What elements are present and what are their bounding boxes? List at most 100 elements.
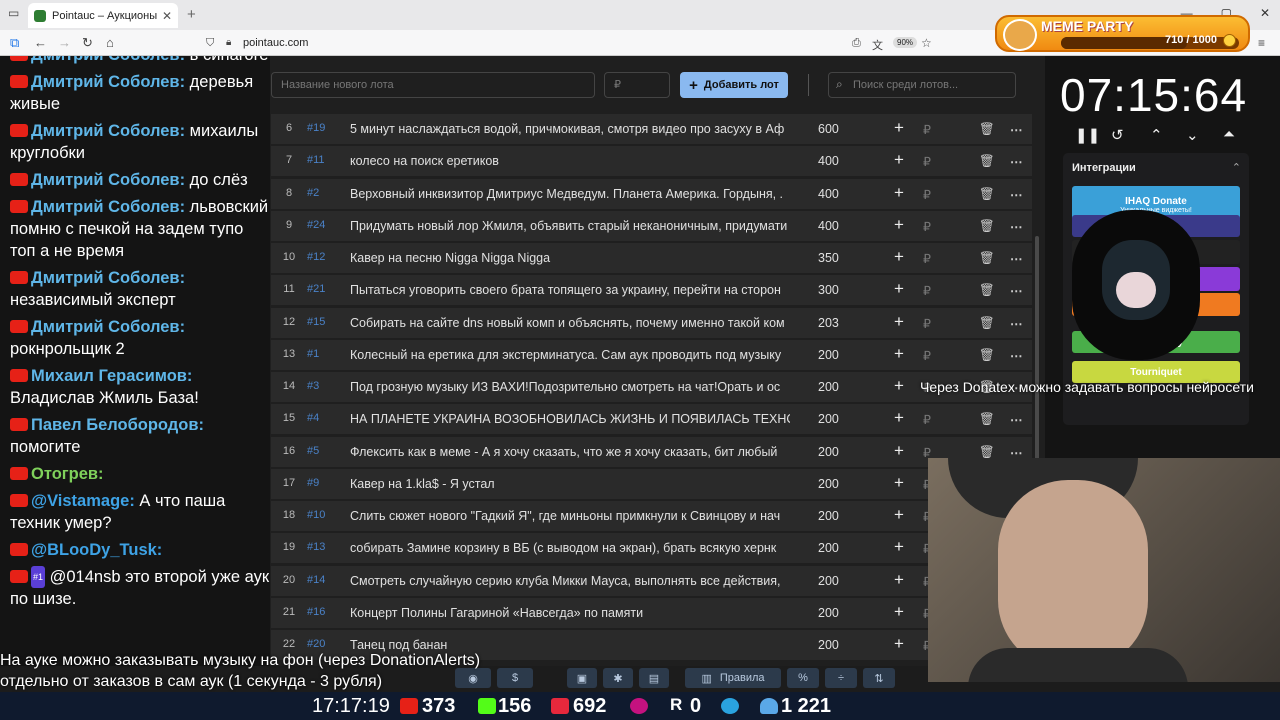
lot-title[interactable]: 5 минут наслаждаться водой, причмокивая,…	[350, 122, 790, 136]
bookmark-star-icon[interactable]: ☆	[921, 36, 932, 50]
add-amount-icon[interactable]: +	[894, 215, 904, 235]
rules-button[interactable]: ▥ Правила	[685, 668, 781, 688]
add-amount-icon[interactable]: +	[894, 247, 904, 267]
delete-icon[interactable]: 🗑︎	[979, 122, 995, 137]
chevron-down-icon[interactable]: ⌄	[1186, 126, 1199, 144]
chat-author[interactable]: Дмитрий Соболев:	[31, 269, 185, 287]
save-icon[interactable]: ▣	[567, 668, 597, 688]
delete-icon[interactable]: 🗑︎	[979, 187, 995, 202]
collapse-icon[interactable]: ⌃	[1232, 161, 1241, 174]
lot-row[interactable]: 18 #10 Слить сюжет нового "Гадкий Я", где …	[271, 501, 1032, 531]
lot-amount-input[interactable]	[604, 72, 670, 98]
home-icon[interactable]: ⌂	[106, 35, 114, 50]
reset-icon[interactable]: ↺	[1111, 126, 1124, 144]
new-lot-input[interactable]	[271, 72, 595, 98]
more-icon[interactable]: ⋯	[1010, 122, 1023, 137]
chat-author[interactable]: Павел Белобородов:	[31, 416, 204, 434]
lot-row[interactable]: 17#9Кавер на 1.kla$ - Я устал200+₽🗑︎⋯	[271, 468, 1032, 499]
add-amount-icon[interactable]: +	[894, 441, 904, 461]
delete-icon[interactable]: 🗑︎	[979, 283, 995, 298]
sidebar-icon[interactable]: ⧉	[10, 35, 19, 51]
delete-icon[interactable]: 🗑︎	[979, 316, 995, 331]
lot-row[interactable]: 8 #2 Верховный инквизитор Дмитриус Медведу…	[271, 178, 1032, 209]
reload-icon[interactable]: ↻	[82, 35, 93, 51]
lot-row[interactable]: 21 #16 Концерт Полины Гагариной «Навсегда»…	[271, 597, 1032, 628]
lot-title[interactable]: Слить сюжет нового "Гадкий Я", где миньо…	[350, 509, 790, 523]
chat-author[interactable]: Дмитрий Соболев:	[31, 318, 185, 336]
lot-title[interactable]: Концерт Полины Гагариной «Навсегда» по п…	[350, 606, 790, 620]
more-icon[interactable]: ⋯	[1010, 187, 1023, 202]
add-amount-icon[interactable]: +	[894, 312, 904, 332]
lot-title[interactable]: Колесный на еретика для экстерминатуса. …	[350, 348, 790, 362]
chat-author[interactable]: Дмитрий Соболев:	[31, 56, 185, 64]
forward-icon[interactable]: →	[58, 35, 71, 50]
add-amount-icon[interactable]: +	[894, 505, 904, 525]
add-amount-icon[interactable]: +	[894, 279, 904, 299]
sort-icon[interactable]: ⇅	[863, 668, 895, 688]
lot-title[interactable]: Танец под банан	[350, 638, 790, 652]
delete-icon[interactable]: 🗑︎	[979, 412, 995, 427]
ruble-icon[interactable]: ₽	[923, 348, 931, 363]
add-lot-button[interactable]: + Добавить лот	[680, 72, 788, 98]
percent-button[interactable]: %	[787, 668, 819, 688]
lot-title[interactable]: Смотреть случайную серию клуба Микки Мау…	[350, 574, 790, 588]
ruble-icon[interactable]: ₽	[923, 251, 931, 266]
chat-author[interactable]: Отогрев:	[31, 465, 104, 483]
lot-row[interactable]: 6 #19 5 минут наслаждаться водой, причмоки…	[271, 114, 1032, 144]
lot-row[interactable]: 16 #5 Флексить как в меме - А я хочу сказа…	[271, 436, 1032, 467]
menu-icon[interactable]: ≡	[1258, 36, 1265, 50]
lot-title[interactable]: Собирать на сайте dns новый комп и объяс…	[350, 316, 790, 330]
lot-row[interactable]: 14 #3 Под грозную музыку ИЗ ВАХИ!Подозрите…	[271, 372, 1032, 402]
double-chevron-up-icon[interactable]: ⏶	[1223, 126, 1235, 143]
ruble-icon[interactable]: ₽	[923, 316, 931, 331]
more-icon[interactable]: ⋯	[1010, 251, 1023, 266]
lot-title[interactable]: НА ПЛАНЕТЕ УКРАИНА ВОЗОБНОВИЛАСЬ ЖИЗНЬ И…	[350, 412, 790, 426]
close-tab-icon[interactable]: ✕	[162, 9, 172, 23]
chat-author[interactable]: Михаил Герасимов:	[31, 367, 192, 385]
chat-author[interactable]: Дмитрий Соболев:	[31, 73, 185, 91]
chat-author[interactable]: @Vistamage:	[31, 492, 135, 510]
lot-row[interactable]: 9 #24 Придумать новый лор Жмиля, объявить …	[271, 210, 1032, 241]
github-icon[interactable]: ◉	[455, 668, 491, 688]
chat-author[interactable]: Дмитрий Соболев:	[31, 198, 185, 216]
chat-author[interactable]: @014nsb	[50, 568, 121, 586]
more-icon[interactable]: ⋯	[1010, 412, 1023, 427]
more-icon[interactable]: ⋯	[1010, 283, 1023, 298]
lot-title[interactable]: Верховный инквизитор Дмитриус Медведум. …	[350, 187, 790, 201]
add-amount-icon[interactable]: +	[894, 537, 904, 557]
lot-row[interactable]: 11 #21 Пытаться уговорить своего брата топ…	[271, 275, 1032, 306]
add-amount-icon[interactable]: +	[894, 344, 904, 364]
lot-title[interactable]: Пытаться уговорить своего брата топящего…	[350, 283, 790, 297]
delete-icon[interactable]: 🗑︎	[979, 219, 995, 234]
lot-title[interactable]: Кавер на песню Nigga Nigga Nigga	[350, 251, 790, 265]
lot-title[interactable]: Придумать новый лор Жмиля, объявить стар…	[350, 219, 790, 233]
dollar-icon[interactable]: $	[497, 668, 533, 688]
reader-icon[interactable]: ⎙	[852, 37, 861, 50]
add-amount-icon[interactable]: +	[894, 118, 904, 138]
lot-title[interactable]: Под грозную музыку ИЗ ВАХИ!Подозрительно…	[350, 380, 790, 394]
lot-title[interactable]: колесо на поиск еретиков	[350, 154, 790, 168]
more-icon[interactable]: ⋯	[1010, 219, 1023, 234]
delete-icon[interactable]: 🗑︎	[979, 251, 995, 266]
add-amount-icon[interactable]: +	[894, 602, 904, 622]
chat-author[interactable]: Дмитрий Соболев:	[31, 122, 185, 140]
translate-icon[interactable]: 文	[872, 37, 883, 53]
lot-row[interactable]: 19 #13 собирать Замине корзину в ВБ (с выв…	[271, 533, 1032, 564]
browser-tab[interactable]: Pointauc – Аукционы, лотереи ✕	[28, 3, 178, 28]
add-amount-icon[interactable]: +	[894, 570, 904, 590]
more-icon[interactable]: ⋯	[1010, 154, 1023, 169]
ruble-icon[interactable]: ₽	[923, 154, 931, 169]
add-amount-icon[interactable]: +	[894, 634, 904, 654]
split-icon[interactable]: ÷	[825, 668, 857, 688]
site-info-icon[interactable]: ⛉	[206, 37, 214, 50]
add-amount-icon[interactable]: +	[894, 473, 904, 493]
pause-icon[interactable]: ❚❚	[1075, 126, 1100, 144]
bug-icon[interactable]: ✱	[603, 668, 633, 688]
clear-icon[interactable]: ▤	[639, 668, 669, 688]
new-tab-icon[interactable]: +	[187, 6, 196, 23]
zoom-level[interactable]: 90%	[893, 37, 918, 48]
lot-row[interactable]: 10 #12 Кавер на песню Nigga Nigga Nigga 350…	[271, 243, 1032, 273]
lot-title[interactable]: Кавер на 1.kla$ - Я устал	[350, 477, 790, 491]
add-amount-icon[interactable]: +	[894, 408, 904, 428]
lot-row[interactable]: 7 #11 колесо на поиск еретиков 400 + ₽ 🗑︎ ⋯	[271, 146, 1032, 177]
